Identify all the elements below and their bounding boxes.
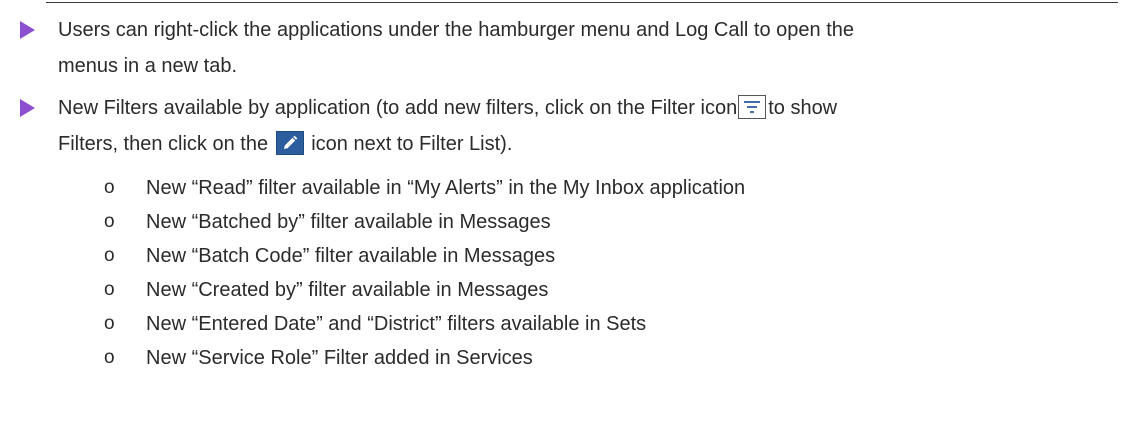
sub-bullet-marker: o [104, 313, 115, 334]
bullet-line: Filters, then click on the icon next to … [58, 126, 1132, 162]
bullet-text-segment: to show [768, 97, 838, 119]
sub-item-text: New “Created by” filter available in Mes… [146, 279, 549, 301]
bullet-arrow-icon [20, 21, 35, 39]
sub-item-text: New “Batch Code” filter available in Mes… [146, 245, 556, 267]
list-item: o New “Entered Date” and “District” filte… [104, 307, 745, 341]
sub-item-text: New “Entered Date” and “District” filter… [146, 313, 647, 335]
list-item: o New “Created by” filter available in Me… [104, 273, 745, 307]
top-divider [46, 2, 1118, 3]
sub-bullet-marker: o [104, 211, 115, 232]
list-item: o New “Service Role” Filter added in Serv… [104, 341, 745, 375]
sub-item-text: New “Service Role” Filter added in Servi… [146, 347, 533, 369]
list-item: o New “Read” filter available in “My Aler… [104, 171, 745, 205]
bullet-text: New Filters available by application (to… [58, 90, 1132, 162]
sub-bullet-marker: o [104, 279, 115, 300]
edit-pencil-icon [275, 131, 304, 155]
bullet-line: New Filters available by application (to… [58, 90, 1132, 126]
bullet-text: Users can right-click the applications u… [58, 12, 1132, 84]
sub-bullet-marker: o [104, 177, 115, 198]
bullet-arrow-icon [20, 99, 35, 117]
bullet-text-segment: New Filters available by application (to… [58, 97, 738, 119]
filter-sublist: o New “Read” filter available in “My Aler… [104, 171, 745, 375]
filter-icon [738, 95, 767, 119]
sub-item-text: New “Batched by” filter available in Mes… [146, 211, 551, 233]
bullet-text-segment: Filters, then click on the [58, 133, 269, 155]
sub-item-text: New “Read” filter available in “My Alert… [146, 177, 746, 199]
sub-bullet-marker: o [104, 245, 115, 266]
bullet-line: Users can right-click the applications u… [58, 19, 855, 41]
sub-bullet-marker: o [104, 347, 115, 368]
list-item: o New “Batched by” filter available in Me… [104, 205, 745, 239]
list-item: o New “Batch Code” filter available in Me… [104, 239, 745, 273]
bullet-text-segment: icon next to Filter List). [311, 133, 513, 155]
bullet-line: menus in a new tab. [58, 55, 237, 77]
